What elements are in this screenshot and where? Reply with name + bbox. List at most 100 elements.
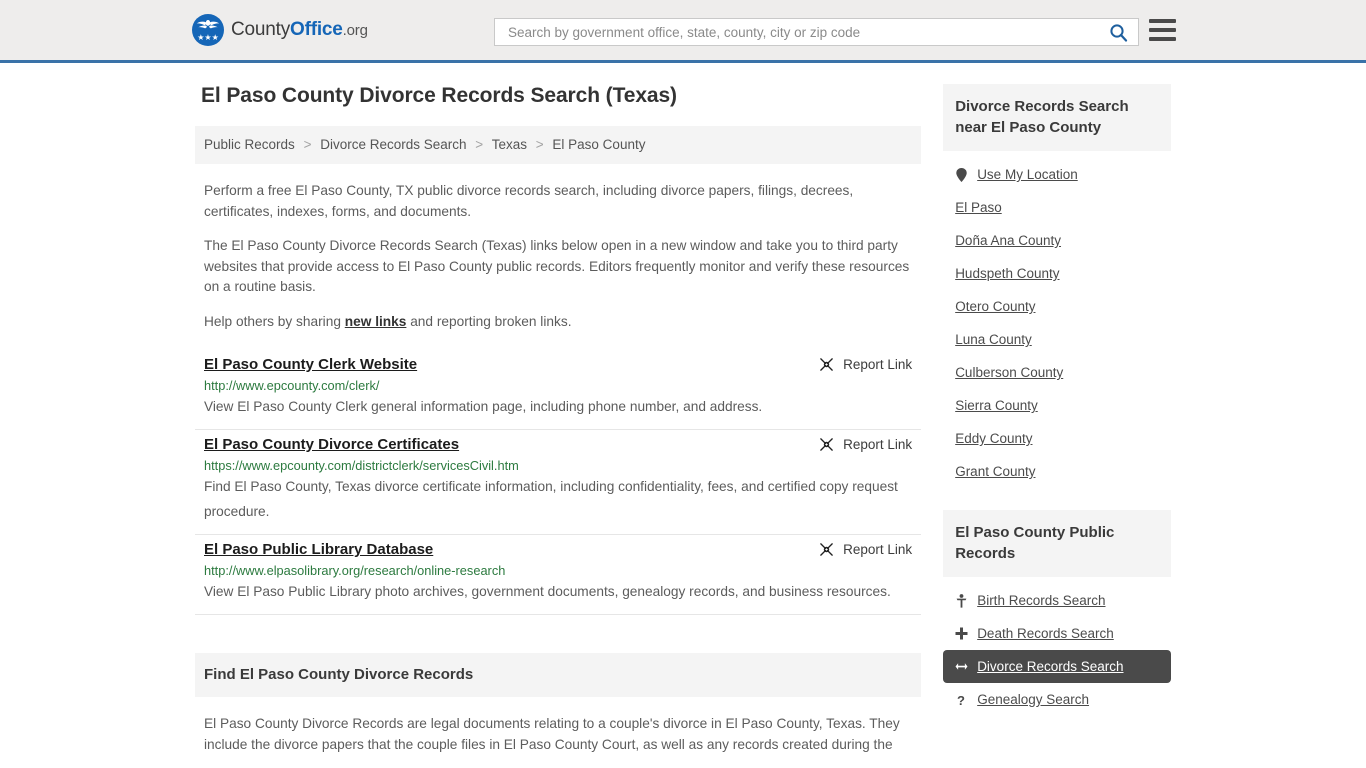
result-title-link[interactable]: El Paso Public Library Database [204,541,433,558]
cross-icon [955,627,968,640]
result-url: http://www.elpasolibrary.org/research/on… [204,563,506,578]
public-records-heading: El Paso County Public Records [943,510,1171,577]
breadcrumb-item-divorce-records-search[interactable]: Divorce Records Search [320,137,466,152]
result-url: http://www.epcounty.com/clerk/ [204,378,380,393]
breadcrumb-item-el-paso-county[interactable]: El Paso County [552,137,645,152]
result-description: View El Paso County Clerk general inform… [204,399,763,414]
logo-word-county: County [231,19,291,40]
result-item: El Paso Public Library Database Report L… [195,535,922,615]
stars-glyph: ★★★ [197,33,219,42]
sidebar-item-label: Genealogy Search [977,692,1090,707]
intro-paragraph-1: Perform a free El Paso County, TX public… [204,183,854,219]
breadcrumb-item-public-records[interactable]: Public Records [204,137,295,152]
breadcrumb-separator: > [475,137,484,152]
double-arrow-icon [955,661,968,672]
svg-text:?: ? [957,693,965,707]
report-link-button[interactable]: Report Link [819,437,912,452]
broken-link-icon [820,543,833,556]
sidebar-item-label: Hudspeth County [955,266,1060,281]
page-body: El Paso County Divorce Records Search (T… [0,63,1366,755]
public-records-panel: El Paso County Public Records Birth Reco… [943,510,1171,716]
nearby-search-heading: Divorce Records Search near El Paso Coun… [943,84,1171,151]
search-input[interactable] [506,23,1107,41]
sidebar-item-death-records-search[interactable]: Death Records Search [943,617,1171,650]
result-title-link[interactable]: El Paso County Clerk Website [204,356,417,373]
sidebar-item-eddy-county[interactable]: Eddy County [943,422,1171,455]
hamburger-menu-icon[interactable] [1149,19,1176,41]
result-item: El Paso County Clerk Website Report Link… [195,350,922,430]
nearby-search-list: Use My Location El Paso Doña Ana County … [943,151,1171,488]
report-link-label: Report Link [843,357,913,372]
eagle-glyph [196,20,220,29]
find-records-body: El Paso County Divorce Records are legal… [195,713,921,755]
broken-link-icon [820,438,833,451]
sidebar-item-hudspeth-county[interactable]: Hudspeth County [943,257,1171,290]
result-title-row: El Paso County Clerk Website Report Link [204,356,912,373]
result-url: https://www.epcounty.com/districtclerk/s… [204,458,519,473]
map-pin-icon [955,167,968,182]
site-header: ★★★ CountyOffice.org [0,0,1366,63]
find-records-paragraph: El Paso County Divorce Records are legal… [204,716,900,752]
sidebar: Divorce Records Search near El Paso Coun… [943,84,1171,755]
sidebar-item-culberson-county[interactable]: Culberson County [943,356,1171,389]
find-records-heading: Find El Paso County Divorce Records [195,653,922,697]
sidebar-item-label: Birth Records Search [977,593,1106,608]
sidebar-item-sierra-county[interactable]: Sierra County [943,389,1171,422]
hamburger-bar [1149,28,1176,32]
sidebar-item-label: Luna County [955,332,1032,347]
sidebar-item-label: Eddy County [955,431,1033,446]
logo-word-office: Office [290,19,343,40]
site-logo[interactable]: ★★★ CountyOffice.org [192,14,368,46]
help-text-before: Help others by sharing [204,313,345,329]
result-description: View El Paso Public Library photo archiv… [204,584,891,599]
report-link-label: Report Link [843,437,913,452]
report-link-button[interactable]: Report Link [819,542,912,557]
result-title-row: El Paso Public Library Database Report L… [204,541,912,558]
sidebar-item-label: Death Records Search [977,626,1114,641]
sidebar-item-label: Sierra County [955,398,1038,413]
nearby-search-panel: Divorce Records Search near El Paso Coun… [943,84,1171,488]
breadcrumb-item-texas[interactable]: Texas [492,137,527,152]
result-item: El Paso County Divorce Certificates Repo… [195,430,922,535]
sidebar-item-otero-county[interactable]: Otero County [943,290,1171,323]
new-links-link[interactable]: new links [345,314,407,329]
main-column: El Paso County Divorce Records Search (T… [195,84,922,755]
sidebar-item-luna-county[interactable]: Luna County [943,323,1171,356]
search-icon [1110,23,1128,42]
eagle-shield-logo-icon: ★★★ [192,14,224,46]
hamburger-bar [1149,19,1176,23]
sidebar-item-birth-records-search[interactable]: Birth Records Search [943,584,1171,617]
breadcrumb: Public Records > Divorce Records Search … [195,126,922,164]
sidebar-item-label: El Paso [955,200,1002,215]
person-icon [955,593,968,608]
logo-wordmark: CountyOffice.org [231,19,368,41]
logo-word-org: .org [342,22,368,39]
sidebar-item-label: Grant County [955,464,1036,479]
sidebar-item-grant-county[interactable]: Grant County [943,455,1171,488]
sidebar-item-divorce-records-search[interactable]: Divorce Records Search [943,650,1171,683]
search-button[interactable] [1107,23,1130,42]
breadcrumb-separator: > [303,137,312,152]
sidebar-item-label: Divorce Records Search [977,659,1124,674]
breadcrumb-separator: > [535,137,544,152]
sidebar-item-label: Culberson County [955,365,1064,380]
intro-paragraph-2: The El Paso County Divorce Records Searc… [204,238,910,294]
search-bar[interactable] [494,18,1139,46]
public-records-list: Birth Records Search Death Records Searc… [943,577,1171,716]
sidebar-item-genealogy-search[interactable]: ? Genealogy Search [943,683,1171,716]
page-title: El Paso County Divorce Records Search (T… [201,84,677,107]
sidebar-item-use-my-location[interactable]: Use My Location [943,158,1171,191]
result-title-link[interactable]: El Paso County Divorce Certificates [204,436,459,453]
result-title-row: El Paso County Divorce Certificates Repo… [204,436,912,453]
sidebar-item-dona-ana-county[interactable]: Doña Ana County [943,224,1171,257]
sidebar-item-el-paso[interactable]: El Paso [943,191,1171,224]
report-link-label: Report Link [843,542,913,557]
question-mark-icon: ? [955,693,968,707]
sidebar-item-label: Doña Ana County [955,233,1062,248]
sidebar-item-label: Otero County [955,299,1036,314]
report-link-button[interactable]: Report Link [819,357,912,372]
help-text-after: and reporting broken links. [406,313,572,329]
result-description: Find El Paso County, Texas divorce certi… [204,479,898,519]
content-container: El Paso County Divorce Records Search (T… [195,84,1171,755]
broken-link-icon [820,358,833,371]
